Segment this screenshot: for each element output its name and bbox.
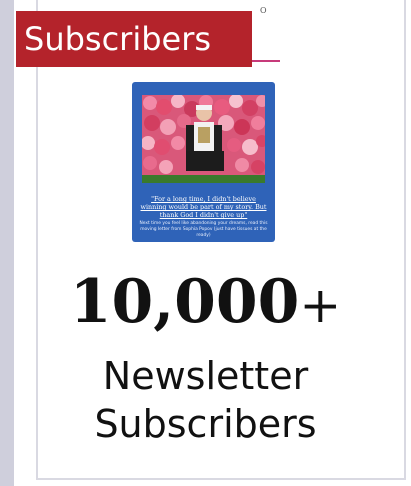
stat-caption-line1: Newsletter <box>102 354 309 398</box>
promo-description: Next time you feel like abandoning your … <box>139 221 268 238</box>
masthead-accent-rule <box>250 60 280 62</box>
masthead-small-mark: O <box>260 6 267 15</box>
flower-wall-photo <box>142 95 265 183</box>
newsletter-preview: "For a long time, I didn't believe winni… <box>132 82 275 242</box>
subscriber-count: 10,000+ <box>0 262 411 345</box>
category-label: Subscribers <box>16 11 252 67</box>
stat-caption: Newsletter Subscribers <box>0 352 411 448</box>
stat-caption-line2: Subscribers <box>94 402 317 446</box>
promo-quote-link[interactable]: "For a long time, I didn't believe winni… <box>138 195 269 219</box>
subscriber-count-plus: + <box>299 276 342 334</box>
subscriber-count-number: 10,000 <box>69 267 300 337</box>
